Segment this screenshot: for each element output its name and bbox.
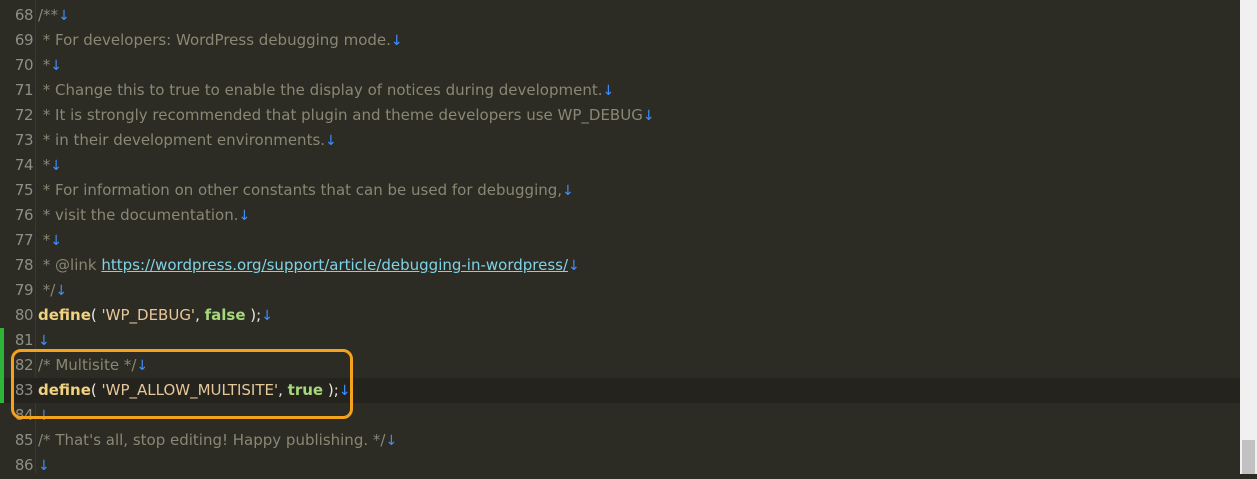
documentation-link[interactable]: https://wordpress.org/support/article/de… [101, 256, 568, 274]
comment-text: * in their development environments. [38, 131, 326, 149]
code-line[interactable]: 70 *↓ [0, 53, 1240, 78]
code-text: define( 'WP_DEBUG', false );↓ [38, 303, 273, 328]
string-literal: 'WP_DEBUG' [101, 306, 196, 324]
line-number: 80 [14, 306, 34, 324]
code-text: /**↓ [38, 3, 70, 28]
comment-text: * [38, 56, 51, 74]
eol-marker-icon: ↓ [55, 283, 68, 299]
code-text: * For developers: WordPress debugging mo… [38, 28, 403, 53]
code-line[interactable]: 80 define( 'WP_DEBUG', false );↓ [0, 303, 1240, 328]
code-line[interactable]: 76 * visit the documentation.↓ [0, 203, 1240, 228]
boolean-literal: false [204, 306, 246, 324]
eol-marker-icon: ↓ [50, 58, 63, 74]
code-line[interactable]: 73 * in their development environments.↓ [0, 128, 1240, 153]
code-line[interactable]: 69 * For developers: WordPress debugging… [0, 28, 1240, 53]
line-number: 77 [14, 231, 34, 249]
scrollbar-thumb[interactable] [1242, 440, 1255, 474]
comment-text: * [38, 231, 51, 249]
code-text: *↓ [38, 228, 62, 253]
code-line[interactable]: 72 * It is strongly recommended that plu… [0, 103, 1240, 128]
line-number: 70 [14, 56, 34, 74]
code-text: * It is strongly recommended that plugin… [38, 103, 655, 128]
code-line[interactable]: 86 ↓ [0, 453, 1240, 478]
code-text: * For information on other constants tha… [38, 178, 574, 203]
line-number: 86 [14, 456, 34, 474]
comment-text: * Change this to true to enable the disp… [38, 81, 603, 99]
punctuation: ( [90, 306, 102, 324]
comment-text: * It is strongly recommended that plugin… [38, 106, 643, 124]
line-number: 74 [14, 156, 34, 174]
comment-text: * visit the documentation. [38, 206, 239, 224]
line-number: 68 [14, 6, 34, 24]
code-line[interactable]: 77 *↓ [0, 228, 1240, 253]
comment-text: * @link [38, 256, 102, 274]
line-number: 71 [14, 81, 34, 99]
code-line[interactable]: 78 * @link https://wordpress.org/support… [0, 253, 1240, 278]
punctuation: , [195, 306, 205, 324]
line-number: 75 [14, 181, 34, 199]
highlight-annotation-box [11, 349, 353, 419]
code-line[interactable]: 85 /* That's all, stop editing! Happy pu… [0, 428, 1240, 453]
eol-marker-icon: ↓ [50, 233, 63, 249]
line-number: 78 [14, 256, 34, 274]
code-editor[interactable]: 68 /**↓ 69 * For developers: WordPress d… [0, 0, 1240, 474]
eol-marker-icon: ↓ [642, 108, 655, 124]
line-number: 69 [14, 31, 34, 49]
code-text: * @link https://wordpress.org/support/ar… [38, 253, 580, 278]
line-number: 79 [14, 281, 34, 299]
code-text: * Change this to true to enable the disp… [38, 78, 614, 103]
keyword-define: define [38, 306, 91, 324]
eol-marker-icon: ↓ [562, 183, 574, 199]
code-text: * visit the documentation.↓ [38, 203, 250, 228]
code-line[interactable]: 79 */↓ [0, 278, 1240, 303]
eol-marker-icon: ↓ [38, 458, 50, 474]
comment-text: /** [38, 6, 59, 24]
line-number: 85 [14, 431, 34, 449]
eol-marker-icon: ↓ [58, 8, 70, 24]
comment-text: * For information on other constants tha… [38, 181, 563, 199]
eol-marker-icon: ↓ [261, 308, 273, 324]
code-line[interactable]: 71 * Change this to true to enable the d… [0, 78, 1240, 103]
code-line[interactable]: 75 * For information on other constants … [0, 178, 1240, 203]
line-number: 76 [14, 206, 34, 224]
eol-marker-icon: ↓ [325, 133, 337, 149]
eol-marker-icon: ↓ [568, 258, 580, 274]
line-number: 72 [14, 106, 34, 124]
code-text: *↓ [38, 153, 62, 178]
code-line[interactable]: 68 /**↓ [0, 3, 1240, 28]
code-text: */↓ [38, 278, 67, 303]
code-text: * in their development environments.↓ [38, 128, 337, 153]
code-text: *↓ [38, 53, 62, 78]
vertical-scrollbar[interactable] [1240, 0, 1257, 474]
eol-marker-icon: ↓ [50, 158, 63, 174]
code-text: ↓ [38, 453, 50, 478]
line-number: 73 [14, 131, 34, 149]
eol-marker-icon: ↓ [385, 433, 398, 449]
eol-marker-icon: ↓ [390, 33, 403, 49]
comment-text: /* That's all, stop editing! Happy publi… [38, 431, 386, 449]
eol-marker-icon: ↓ [602, 83, 615, 99]
eol-marker-icon: ↓ [38, 333, 50, 349]
eol-marker-icon: ↓ [238, 208, 251, 224]
comment-text: */ [38, 281, 56, 299]
comment-text: * [38, 156, 51, 174]
punctuation: ); [245, 306, 262, 324]
comment-text: * For developers: WordPress debugging mo… [38, 31, 391, 49]
code-text: /* That's all, stop editing! Happy publi… [38, 428, 397, 453]
code-line[interactable]: 74 *↓ [0, 153, 1240, 178]
